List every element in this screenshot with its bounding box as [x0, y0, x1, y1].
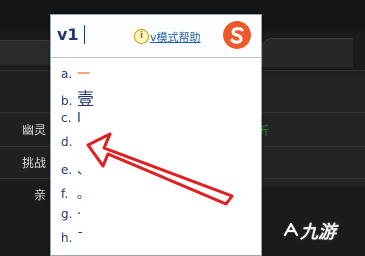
background-tab-right[interactable]	[262, 38, 353, 67]
ime-input-text[interactable]: v1	[57, 25, 79, 44]
candidate-letter: f.	[61, 187, 69, 201]
sogou-s-icon[interactable]	[223, 21, 251, 49]
info-icon[interactable]: i	[134, 29, 149, 44]
candidate-item[interactable]: h. ˉ	[61, 231, 231, 253]
candidate-item[interactable]: f. 。	[61, 183, 231, 205]
watermark-text: 九游	[300, 222, 336, 243]
background-label-friend: 亲	[34, 188, 47, 202]
candidate-char: ˉ	[77, 231, 84, 246]
ime-candidate-window: v1 i v模式帮助 a. 一 b. 壹 c. Ⅰ d. e. 、 f. 。 g. ·	[50, 14, 262, 256]
candidate-char: Ⅰ	[77, 111, 81, 126]
text-caret	[84, 25, 85, 44]
candidate-letter: b.	[61, 94, 73, 108]
ime-header: v1 i v模式帮助	[51, 15, 261, 58]
v-mode-help-link[interactable]: v模式帮助	[150, 29, 201, 45]
candidate-item[interactable]: d.	[61, 135, 231, 157]
jiuyou-logo-icon	[283, 222, 299, 237]
candidate-letter: h.	[61, 231, 73, 245]
candidate-letter: d.	[61, 135, 73, 149]
background-right-panel	[258, 76, 365, 186]
candidate-letter: e.	[61, 163, 73, 177]
candidate-item[interactable]: c. Ⅰ	[61, 111, 231, 133]
candidate-char: 一	[77, 67, 91, 82]
candidate-item[interactable]: e. 、	[61, 159, 231, 181]
candidate-char: 。	[77, 187, 91, 202]
candidate-letter: g.	[61, 207, 73, 221]
candidate-item[interactable]: b. 壹	[61, 85, 231, 110]
background-label-challenge: 挑战	[22, 156, 47, 170]
candidate-item[interactable]: a. 一	[61, 63, 231, 85]
candidate-char: ·	[77, 207, 82, 222]
background-label-ghost: 幽灵	[22, 123, 47, 137]
candidate-item[interactable]: g. ·	[61, 207, 231, 229]
candidate-char: 壹	[77, 90, 94, 110]
candidate-letter: c.	[61, 111, 72, 125]
candidate-char: 、	[77, 163, 91, 178]
candidate-letter: a.	[61, 67, 73, 81]
